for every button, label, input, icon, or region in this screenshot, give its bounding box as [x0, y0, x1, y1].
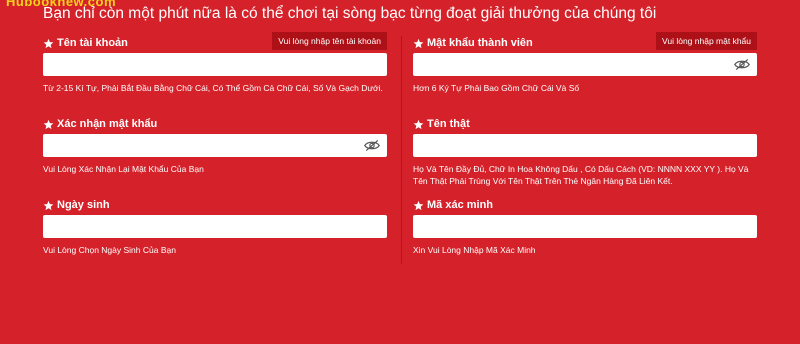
username-input[interactable] [43, 53, 387, 76]
star-icon [413, 38, 424, 48]
confirm-password-field-group: Xác nhận mật khẩu Vui Lòng Xác Nhận Lại … [43, 118, 387, 188]
password-hint: Hơn 6 Ký Tự Phải Bao Gồm Chữ Cái Và Số [413, 83, 580, 93]
username-label-text: Tên tài khoản [57, 37, 128, 49]
real-name-label-text: Tên thật [427, 118, 470, 130]
confirm-password-label: Xác nhận mật khẩu [43, 118, 157, 130]
real-name-input[interactable] [413, 134, 757, 157]
password-field-group: Mật khẩu thành viên Vui lòng nhập mật kh… [413, 32, 757, 107]
birthday-input[interactable] [43, 215, 387, 238]
username-error-badge: Vui lòng nhập tên tài khoản [272, 32, 387, 50]
star-icon [43, 119, 54, 129]
confirm-password-hint: Vui Lòng Xác Nhận Lại Mật Khẩu Của Bạn [43, 164, 204, 174]
page-headline: Bạn chỉ còn một phút nữa là có thể chơi … [43, 5, 657, 22]
verify-code-label-text: Mã xác minh [427, 199, 494, 211]
confirm-password-input[interactable] [43, 134, 387, 157]
verify-code-label: Mã xác minh [413, 199, 493, 211]
birthday-field-group: Ngày sinh Vui Lòng Chọn Ngày Sinh Của Bạ… [43, 199, 387, 259]
username-field-group: Tên tài khoản Vui lòng nhập tên tài khoả… [43, 32, 387, 107]
real-name-hint: Họ Và Tên Đầy Đủ, Chữ In Hoa Không Dấu ,… [413, 164, 749, 186]
birthday-label: Ngày sinh [43, 199, 110, 211]
eye-slash-icon[interactable] [363, 139, 381, 152]
eye-slash-icon[interactable] [733, 58, 751, 71]
star-icon [43, 38, 54, 48]
column-divider [401, 36, 402, 264]
confirm-password-label-text: Xác nhận mật khẩu [57, 118, 158, 130]
verify-code-field-group: Mã xác minh Xin Vui Lòng Nhập Mã Xác Min… [413, 199, 757, 259]
birthday-hint: Vui Lòng Chọn Ngày Sinh Của Bạn [43, 245, 176, 255]
real-name-field-group: Tên thật Họ Và Tên Đầy Đủ, Chữ In Hoa Kh… [413, 118, 757, 188]
password-error-badge: Vui lòng nhập mật khẩu [656, 32, 757, 50]
password-input[interactable] [413, 53, 757, 76]
username-hint: Từ 2-15 Kí Tự, Phải Bắt Đầu Bằng Chữ Cái… [43, 83, 383, 93]
birthday-label-text: Ngày sinh [57, 199, 110, 211]
password-label-text: Mật khẩu thành viên [427, 37, 533, 49]
star-icon [413, 119, 424, 129]
real-name-label: Tên thật [413, 118, 470, 130]
star-icon [413, 200, 424, 210]
verify-code-hint: Xin Vui Lòng Nhập Mã Xác Minh [413, 245, 536, 255]
password-label: Mật khẩu thành viên [413, 37, 533, 49]
star-icon [43, 200, 54, 210]
verify-code-input[interactable] [413, 215, 757, 238]
username-label: Tên tài khoản [43, 37, 128, 49]
